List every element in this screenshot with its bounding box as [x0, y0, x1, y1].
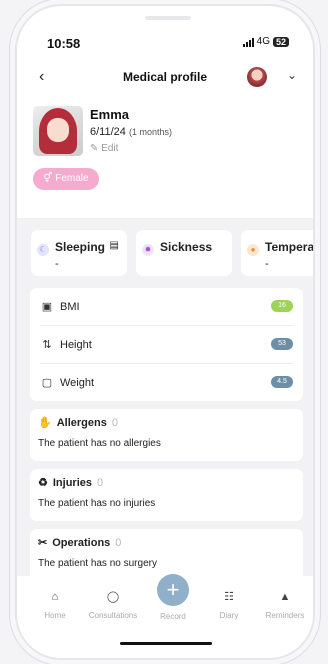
section-title: Injuries [52, 476, 92, 489]
tab-label: Diary [219, 611, 239, 620]
moon-icon: ☾ [37, 244, 49, 256]
phone-frame: 10:58 4G 52 ‹ Medical profile ⌄ Emma 6/1… [17, 6, 313, 658]
section-header: ♻ Injuries 0 [38, 476, 295, 490]
card-title: Sleeping [55, 240, 106, 254]
home-indicator[interactable] [120, 642, 212, 645]
age-value: (1 months) [128, 127, 172, 137]
ruler-icon: ⇅ [42, 338, 52, 351]
tab-label: Record [160, 612, 186, 621]
edit-label: Edit [101, 143, 119, 154]
section-operations[interactable]: ✂ Operations 0 The patient has no surger… [30, 529, 303, 576]
card-temperature[interactable]: ● Temperat - [241, 230, 313, 276]
metric-label: BMI [60, 300, 80, 313]
scale-icon: ▣ [41, 300, 53, 313]
card-sleeping[interactable]: ☾ Sleeping ▤ - [31, 230, 127, 276]
gender-pill[interactable]: ⚥ Female [33, 168, 99, 190]
tab-label: Consultations [88, 611, 138, 620]
app-header: ‹ Medical profile ⌄ [17, 64, 313, 94]
card-title: Sickness [160, 240, 213, 254]
tab-label: Home [44, 611, 66, 620]
status-time: 10:58 [47, 36, 81, 51]
metrics-list: ▣ BMI 16 ⇅ Height 53 ▢ Weight 4.5 [30, 288, 303, 401]
card-value: - [55, 258, 59, 270]
section-allergens[interactable]: ✋ Allergens 0 The patient has no allergi… [30, 409, 303, 461]
tab-reminders[interactable]: ▲ Reminders [257, 590, 313, 620]
record-button[interactable]: + [157, 574, 189, 606]
chevron-down-icon[interactable]: ⌄ [287, 68, 297, 82]
bandage-icon: ♻ [38, 477, 48, 489]
tab-record[interactable]: Record [145, 612, 201, 621]
edit-button[interactable]: ✎ Edit [90, 143, 118, 154]
profile-card: Emma 6/11/24 (1 months) ✎ Edit ⚥ Female [17, 98, 313, 218]
section-text: The patient has no allergies [38, 438, 161, 449]
tab-consultations[interactable]: ◯ Consultations [85, 590, 141, 620]
signal-icon [242, 37, 254, 47]
section-header: ✋ Allergens 0 [38, 416, 295, 430]
pencil-icon: ✎ [90, 143, 99, 154]
metric-badge: 16 [271, 300, 293, 312]
tab-label: Reminders [265, 611, 305, 620]
diary-icon: ☷ [224, 591, 234, 603]
weight-icon: ▢ [41, 376, 53, 389]
section-text: The patient has no surgery [38, 558, 157, 569]
gender-icon: ⚥ [43, 173, 53, 184]
content-scroll[interactable]: Emma 6/11/24 (1 months) ✎ Edit ⚥ Female … [17, 98, 313, 576]
section-title: Operations [52, 536, 111, 549]
section-title: Allergens [56, 416, 107, 429]
metric-weight[interactable]: ▢ Weight 4.5 [40, 364, 293, 401]
page-title: Medical profile [122, 70, 208, 84]
section-count: 0 [97, 476, 104, 489]
tab-diary[interactable]: ☷ Diary [201, 590, 257, 620]
dob-value: 6/11/24 [90, 126, 126, 138]
gender-label: Female [55, 173, 89, 184]
bell-icon: ▲ [279, 591, 291, 603]
metric-badge: 53 [271, 338, 293, 350]
battery-icon: 52 [272, 36, 289, 47]
card-title: Temperat [265, 240, 313, 254]
metric-bmi[interactable]: ▣ BMI 16 [40, 288, 293, 326]
stethoscope-icon: ◯ [106, 591, 120, 603]
bottom-tab-bar: ⌂ Home ◯ Consultations + Record ☷ Diary … [17, 574, 313, 658]
section-count: 0 [111, 416, 118, 429]
status-indicators: 4G 52 [242, 36, 289, 47]
metric-badge: 4.5 [271, 376, 293, 388]
section-header: ✂ Operations 0 [38, 536, 295, 550]
tracker-cards: ☾ Sleeping ▤ - ✹ Sickness ● Temperat - [17, 218, 313, 276]
metric-height[interactable]: ⇅ Height 53 [40, 326, 293, 364]
speaker-notch [145, 16, 191, 20]
profile-dob: 6/11/24 (1 months) [90, 126, 172, 138]
profile-picture [33, 106, 83, 156]
section-injuries[interactable]: ♻ Injuries 0 The patient has no injuries [30, 469, 303, 521]
hand-icon: ✋ [38, 417, 52, 429]
network-label: 4G [256, 36, 270, 47]
profile-name: Emma [90, 107, 130, 122]
home-icon: ⌂ [51, 591, 59, 603]
section-text: The patient has no injuries [38, 498, 156, 509]
metric-label: Weight [60, 376, 95, 389]
thermometer-icon: ● [247, 244, 259, 256]
card-sickness[interactable]: ✹ Sickness [136, 230, 232, 276]
avatar[interactable] [247, 67, 267, 87]
metric-label: Height [60, 338, 92, 351]
tab-home[interactable]: ⌂ Home [27, 590, 83, 620]
section-count: 0 [115, 536, 122, 549]
virus-icon: ✹ [142, 244, 154, 256]
scissors-icon: ✂ [38, 537, 48, 549]
status-bar: 10:58 4G 52 [17, 32, 313, 52]
card-value: - [265, 258, 269, 270]
bed-icon: ▤ [109, 240, 119, 251]
